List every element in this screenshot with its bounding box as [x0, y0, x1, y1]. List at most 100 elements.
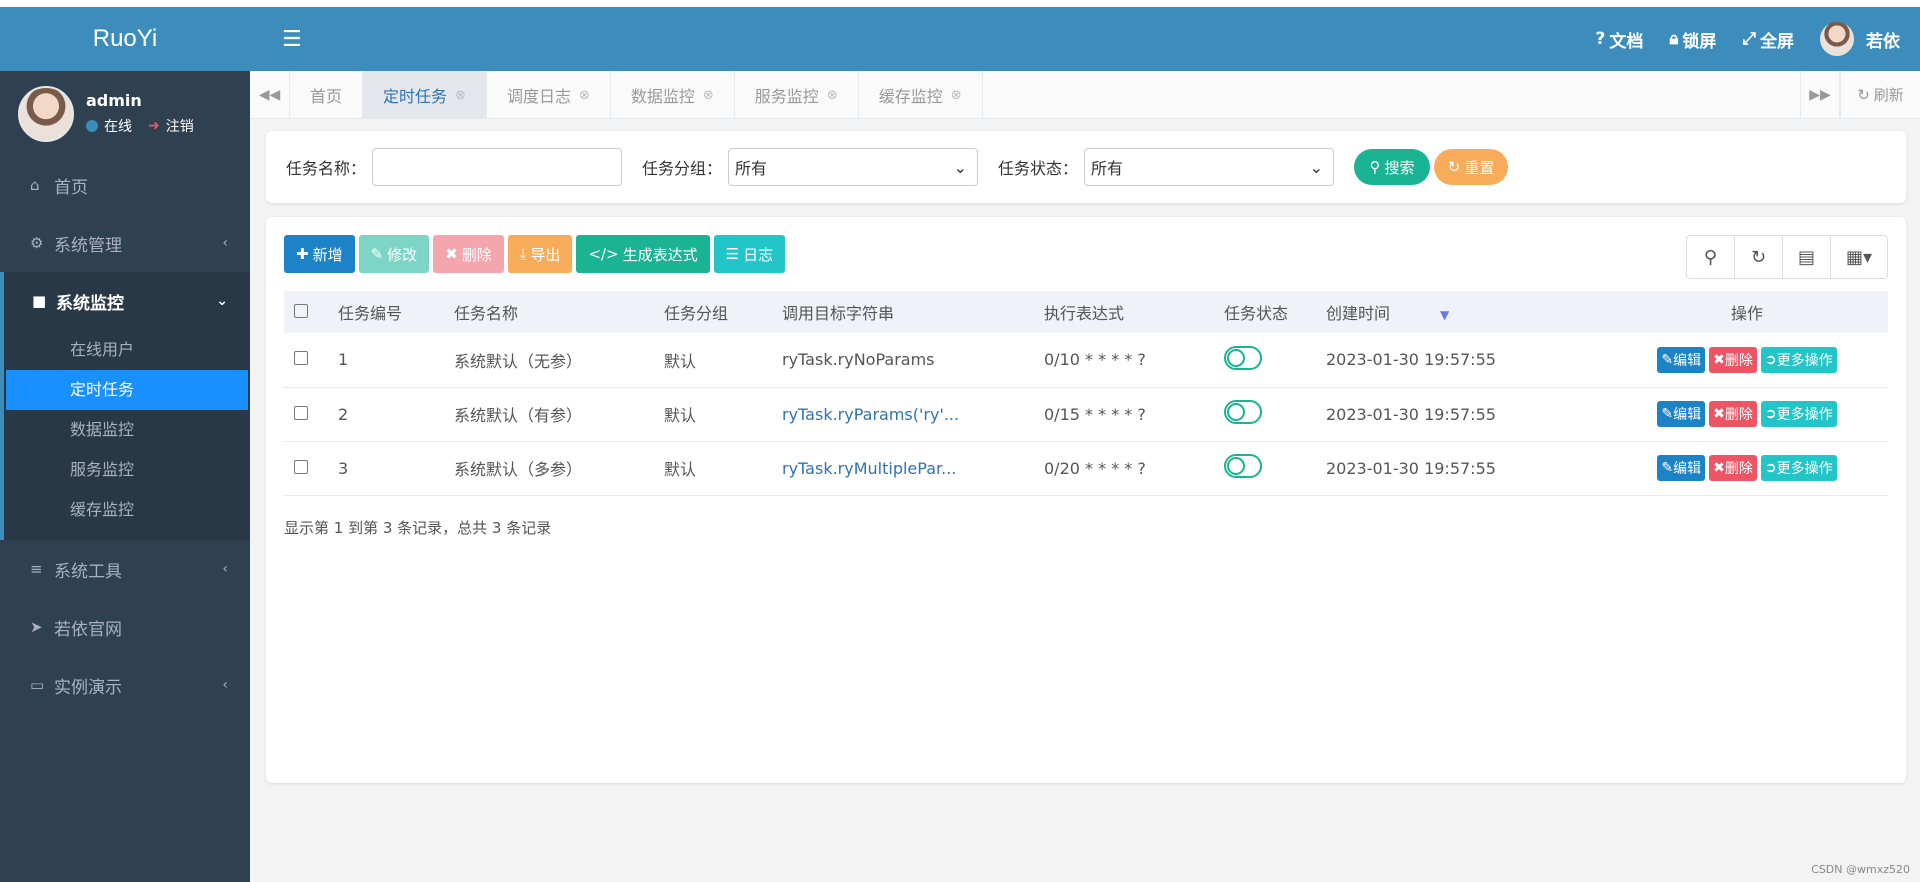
row-delete-button[interactable]: ✖ 删除	[1709, 401, 1757, 427]
search-icon[interactable]: ⚲	[1687, 236, 1735, 278]
sidebar-item-label: 系统管理	[54, 235, 122, 256]
cron-generator-button[interactable]: </> 生成表达式	[576, 235, 710, 273]
add-button[interactable]: ✚ 新增	[284, 235, 355, 273]
sidebar-subitem-scheduled-tasks[interactable]: 定时任务	[6, 370, 248, 410]
tab-scroll-left-icon[interactable]: ◀◀	[250, 71, 290, 119]
invoke-target-link[interactable]: ryTask.ryParams('ry'...	[772, 387, 1034, 442]
sidebar-subitem-data-monitor[interactable]: 数据监控	[4, 410, 250, 450]
column-header[interactable]: 任务分组	[654, 291, 772, 333]
column-header[interactable]: 任务状态	[1214, 291, 1316, 333]
avatar	[1820, 22, 1854, 56]
close-icon: ✖	[1713, 351, 1725, 368]
online-dot-icon	[86, 120, 98, 132]
search-button[interactable]: ⚲ 搜索	[1354, 149, 1431, 185]
row-checkbox[interactable]	[294, 459, 308, 474]
row-checkbox[interactable]	[294, 351, 308, 366]
columns-icon[interactable]: ▦▾	[1831, 236, 1887, 278]
sidebar-item-tools[interactable]: ≡ 系统工具 ‹	[0, 540, 250, 598]
sidebar-item-label: 实例演示	[54, 677, 122, 698]
docs-link[interactable]: ? 文档	[1595, 27, 1643, 52]
row-delete-button[interactable]: ✖ 删除	[1709, 346, 1757, 373]
chevron-circle-right-icon: ➲	[1764, 460, 1777, 476]
task-status-select[interactable]: 所有 ⌄	[1084, 148, 1335, 186]
sidebar-subitem-cache-monitor[interactable]: 缓存监控	[4, 490, 250, 530]
sidebar-subitem-server-monitor[interactable]: 服务监控	[4, 450, 250, 490]
sidebar-item-home[interactable]: ⌂ 首页	[0, 156, 250, 214]
close-icon[interactable]: ⊗	[951, 88, 962, 103]
row-edit-label: 编辑	[1673, 461, 1702, 477]
cron-label: 生成表达式	[622, 245, 698, 264]
row-edit-button[interactable]: ✎ 编辑	[1657, 346, 1706, 373]
desktop-icon: ▭	[30, 676, 45, 694]
sidebar-item-system[interactable]: ⚙ 系统管理 ‹	[0, 214, 250, 272]
tab-label: 首页	[310, 87, 343, 106]
task-group-select[interactable]: 所有 ⌄	[728, 148, 979, 186]
row-more-button[interactable]: ➲ 更多操作	[1760, 401, 1837, 427]
export-button[interactable]: ⤓ 导出	[507, 235, 573, 273]
row-checkbox[interactable]	[294, 405, 308, 420]
sort-desc-icon: ▼	[1440, 308, 1450, 322]
toggle-view-icon[interactable]: ▤	[1783, 236, 1831, 278]
close-icon[interactable]: ⊗	[455, 88, 466, 103]
sidebar-item-demo[interactable]: ▭ 实例演示 ‹	[0, 656, 250, 714]
video-camera-icon: ■	[32, 292, 47, 310]
reset-button[interactable]: ↻ 重置	[1434, 149, 1509, 185]
sidebar-subitem-online-users[interactable]: 在线用户	[4, 330, 250, 370]
log-button[interactable]: ☰ 日志	[713, 235, 786, 273]
chevron-left-icon: ‹	[222, 561, 228, 577]
column-header[interactable]: 任务编号	[328, 291, 444, 333]
menu-toggle-icon[interactable]: ☰	[282, 27, 302, 52]
task-group: 默认	[654, 441, 772, 496]
logout-link[interactable]: 注销	[166, 116, 194, 136]
table-row[interactable]: 1 系统默认（无参） 默认 ryTask.ryNoParams 0/10 * *…	[284, 333, 1888, 388]
row-delete-button[interactable]: ✖ 删除	[1709, 455, 1757, 481]
header-user-name: 若依	[1866, 31, 1900, 52]
app-logo[interactable]: RuoYi	[0, 7, 250, 71]
home-icon: ⌂	[30, 176, 40, 194]
avatar[interactable]	[18, 85, 74, 142]
row-more-button[interactable]: ➲ 更多操作	[1760, 346, 1837, 373]
edit-button[interactable]: ✎ 修改	[358, 235, 430, 273]
close-icon[interactable]: ⊗	[827, 88, 838, 103]
tab-scroll-right-icon[interactable]: ▶▶	[1800, 71, 1840, 119]
tab-refresh-button[interactable]: ↻ 刷新	[1840, 71, 1920, 118]
close-icon[interactable]: ⊗	[579, 88, 590, 103]
column-header-created[interactable]: 创建时间 ▼	[1316, 291, 1606, 333]
cron-expression: 0/10 * * * * ?	[1034, 333, 1214, 388]
search-form: 任务名称： 任务分组： 所有 ⌄ 任务状态： 所有 ⌄ ⚲ 搜索 ↻ 重置	[266, 131, 1906, 203]
fullscreen-link[interactable]: ⤢ 全屏	[1742, 27, 1794, 52]
tab-schedule-log[interactable]: 调度日志 ⊗	[487, 71, 611, 119]
select-all-checkbox[interactable]	[294, 303, 308, 318]
tab-server-monitor[interactable]: 服务监控 ⊗	[735, 71, 859, 119]
tab-data-monitor[interactable]: 数据监控 ⊗	[611, 71, 735, 119]
close-icon[interactable]: ⊗	[703, 88, 714, 103]
row-edit-button[interactable]: ✎ 编辑	[1657, 401, 1706, 427]
reset-button-label: 重置	[1464, 158, 1495, 177]
sidebar-item-monitor[interactable]: ■ 系统监控 ⌄	[0, 272, 250, 330]
task-group: 默认	[654, 333, 772, 388]
delete-button[interactable]: ✖ 删除	[433, 235, 504, 273]
refresh-icon[interactable]: ↻	[1735, 236, 1783, 278]
download-icon: ⤓	[519, 245, 527, 263]
status-toggle[interactable]	[1224, 400, 1262, 424]
status-toggle[interactable]	[1224, 454, 1262, 478]
status-toggle[interactable]	[1224, 345, 1262, 370]
logout-icon[interactable]: ➜	[148, 118, 160, 134]
row-more-button[interactable]: ➲ 更多操作	[1760, 455, 1837, 481]
table-row[interactable]: 3 系统默认（多参） 默认 ryTask.ryMultiplePar... 0/…	[284, 441, 1888, 496]
column-header[interactable]: 执行表达式	[1034, 291, 1214, 333]
tab-scheduled-tasks[interactable]: 定时任务 ⊗	[363, 71, 487, 119]
table-row[interactable]: 2 系统默认（有参） 默认 ryTask.ryParams('ry'... 0/…	[284, 387, 1888, 442]
task-name-input[interactable]	[372, 148, 623, 186]
log-label: 日志	[743, 245, 774, 264]
column-header[interactable]: 任务名称	[444, 291, 654, 333]
invoke-target-link[interactable]: ryTask.ryMultiplePar...	[772, 441, 1034, 496]
tab-cache-monitor[interactable]: 缓存监控 ⊗	[859, 71, 983, 119]
row-edit-button[interactable]: ✎ 编辑	[1657, 455, 1706, 481]
tab-home[interactable]: 首页	[290, 71, 364, 119]
user-menu[interactable]: 若依	[1820, 22, 1900, 56]
lock-screen-link[interactable]: 🔒︎ 锁屏	[1669, 27, 1716, 52]
refresh-icon: ↻	[1857, 85, 1870, 104]
sidebar-item-website[interactable]: ➤ 若依官网	[0, 598, 250, 656]
column-header[interactable]: 调用目标字符串	[772, 291, 1034, 333]
